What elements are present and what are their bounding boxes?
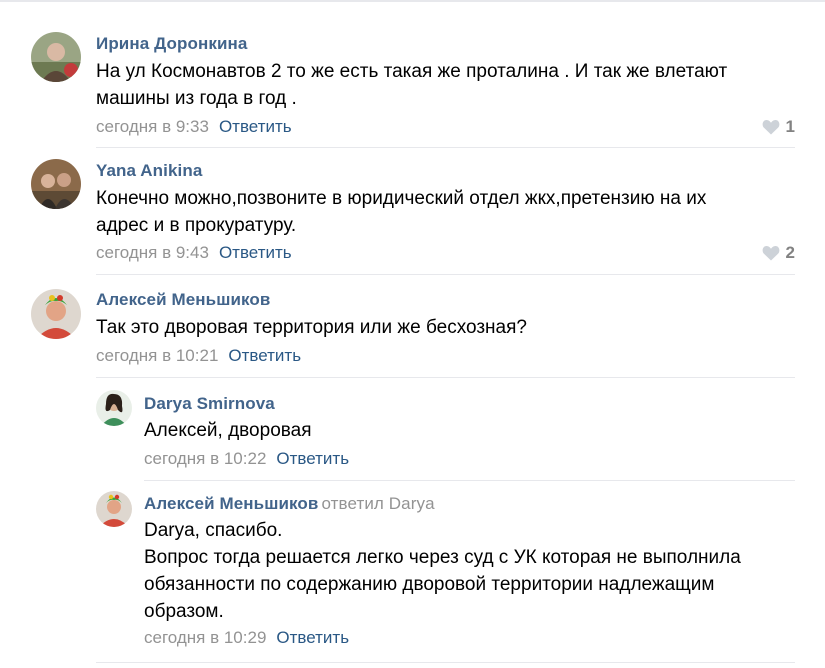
reply-text-line: обязанности по содержанию дворовой терри… (144, 574, 715, 595)
reply-separator (144, 480, 795, 481)
reply-separator (96, 662, 795, 663)
reply-time[interactable]: сегодня в 10:29 (144, 628, 266, 647)
avatar[interactable] (31, 32, 81, 82)
comment-text-line: На ул Космонавтов 2 то же есть такая же … (96, 61, 728, 82)
comment-text: Так это дворовая территория или же бесхо… (96, 314, 527, 341)
reply-author[interactable]: Darya Smirnova (144, 394, 275, 414)
avatar[interactable] (96, 491, 132, 527)
reply-button[interactable]: Ответить (219, 117, 292, 136)
heart-icon (762, 119, 780, 135)
heart-icon (762, 245, 780, 261)
reply-meta: сегодня в 10:29 Ответить (144, 628, 349, 648)
avatar[interactable] (31, 159, 81, 209)
like-button[interactable]: 1 (762, 117, 795, 137)
comment-separator (96, 274, 795, 275)
reply-time[interactable]: сегодня в 10:22 (144, 449, 266, 468)
reply-text: Алексей, дворовая (144, 417, 312, 444)
reply-button[interactable]: Ответить (228, 346, 301, 365)
reply-button[interactable]: Ответить (276, 628, 349, 647)
like-button[interactable]: 2 (762, 243, 795, 263)
comment-time[interactable]: сегодня в 9:43 (96, 243, 209, 262)
reply-author: Алексей Меньшиков ответил Darya (144, 494, 435, 514)
comment-meta: сегодня в 9:43 Ответить (96, 243, 292, 263)
reply-meta: сегодня в 10:22 Ответить (144, 449, 349, 469)
comment-text: На ул Космонавтов 2 то же есть такая же … (96, 58, 727, 112)
like-count: 1 (785, 117, 795, 136)
comment-time[interactable]: сегодня в 9:33 (96, 117, 209, 136)
comment-author[interactable]: Yana Anikina (96, 161, 202, 181)
comment-separator (96, 377, 795, 378)
comment-time[interactable]: сегодня в 10:21 (96, 346, 218, 365)
top-border (0, 0, 825, 2)
comment-text-line: адрес и в прокуратуру. (96, 215, 297, 236)
avatar[interactable] (96, 390, 132, 426)
reply-text: Darya, спасибо. Вопрос тогда решается ле… (144, 517, 741, 625)
comment-text-line: Так это дворовая территория или же бесхо… (96, 317, 527, 338)
avatar[interactable] (31, 289, 81, 339)
reply-author-name[interactable]: Алексей Меньшиков (144, 494, 318, 513)
reply-text-line: образом. (144, 601, 224, 622)
comment-separator (96, 147, 795, 148)
comment-text: Конечно можно,позвоните в юридический от… (96, 185, 706, 239)
reply-to-label[interactable]: ответил Darya (321, 494, 434, 513)
reply-text-line: Вопрос тогда решается легко через суд с … (144, 547, 741, 568)
reply-text-line: Darya, спасибо. (144, 520, 283, 541)
comment-text-line: машины из года в год . (96, 88, 297, 109)
reply-button[interactable]: Ответить (219, 243, 292, 262)
comment-author[interactable]: Алексей Меньшиков (96, 290, 270, 310)
like-count: 2 (785, 243, 795, 262)
reply-button[interactable]: Ответить (276, 449, 349, 468)
comment-meta: сегодня в 9:33 Ответить (96, 117, 292, 137)
reply-text-line: Алексей, дворовая (144, 420, 312, 441)
comment-author[interactable]: Ирина Доронкина (96, 34, 247, 54)
comment-text-line: Конечно можно,позвоните в юридический от… (96, 188, 707, 209)
comment-meta: сегодня в 10:21 Ответить (96, 346, 301, 366)
